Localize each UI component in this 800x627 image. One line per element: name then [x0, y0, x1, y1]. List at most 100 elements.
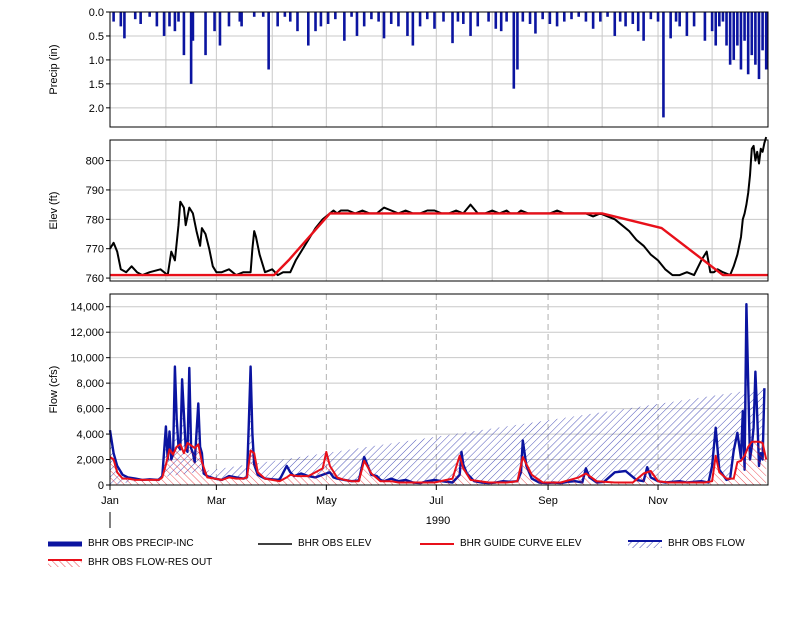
x-tick-label: Nov [648, 495, 668, 507]
precip-bar [389, 12, 393, 24]
precip-bar [764, 12, 768, 70]
flow-panel: 0 2,000 4,000 6,000 8,000 10,000 12,000 14,000 F… [48, 293, 769, 492]
precip-bar [714, 12, 718, 46]
y-axis-label: Flow (cfs) [48, 366, 60, 414]
precip-bar [411, 12, 415, 46]
x-axis-year-label: 1990 [426, 515, 450, 527]
precip-bar [343, 12, 346, 41]
x-tick-label: Sep [538, 495, 558, 507]
precip-bar [761, 12, 764, 51]
precip-bar [456, 12, 460, 22]
precip-bar [240, 12, 243, 27]
precip-bar [591, 12, 595, 29]
precip-bar [534, 12, 537, 34]
precip-bar [433, 12, 436, 29]
precip-bar [355, 12, 359, 36]
precip-bar [283, 12, 287, 17]
precip-bar [326, 12, 330, 24]
precip-bar [703, 12, 707, 41]
precip-bar [743, 12, 746, 41]
obs-flow-area [110, 304, 765, 485]
precip-bar [139, 12, 142, 24]
y-tick-label: 0.5 [89, 31, 104, 43]
precip-bar [162, 12, 166, 36]
precip-bar [451, 12, 454, 44]
panel-frame [109, 11, 769, 128]
precip-bar [725, 12, 728, 46]
legend: BHR OBS PRECIP-INC BHR OBS ELEV BHR GUID… [0, 535, 800, 575]
precip-bar [505, 12, 508, 22]
legend-swatch-obs-elev [258, 543, 292, 545]
precip-bar [462, 12, 465, 24]
precip-bar [425, 12, 429, 20]
legend-label-obs-flow: BHR OBS FLOW [668, 538, 745, 549]
precip-bar [548, 12, 552, 24]
precip-bar [577, 12, 581, 17]
precip-bar [736, 12, 739, 46]
precip-bar [469, 12, 472, 36]
y-tick-label: 800 [86, 156, 104, 168]
y-tick-label: 8,000 [76, 378, 104, 390]
precip-bar [499, 12, 503, 32]
precip-bar [397, 12, 400, 27]
precip-bar [182, 12, 186, 56]
precip-bar [754, 12, 757, 65]
y-tick-label: 4,000 [76, 429, 104, 441]
precip-bar [750, 12, 754, 56]
precip-bar [710, 12, 714, 32]
y-tick-label: 760 [86, 273, 104, 285]
precip-bar [732, 12, 736, 60]
legend-swatch-obs-flow [628, 540, 662, 548]
precip-bar [721, 12, 725, 22]
precip-bar [350, 12, 353, 17]
legend-item-res-out: BHR OBS FLOW-RES OUT [48, 556, 248, 570]
legend-label-guide-curve: BHR GUIDE CURVE ELEV [460, 538, 582, 549]
y-tick-label: 790 [86, 185, 104, 197]
precip-bar [133, 12, 137, 20]
y-axis-label: Elev (ft) [48, 192, 60, 230]
precip-bar [656, 12, 660, 22]
precip-bar [642, 12, 645, 41]
legend-label-precip: BHR OBS PRECIP-INC [88, 538, 194, 549]
legend-item-obs-elev: BHR OBS ELEV [258, 537, 408, 551]
precip-bar [555, 12, 559, 27]
precip-bar [319, 12, 323, 27]
precip-bar [112, 12, 115, 22]
precip-bar [669, 12, 672, 39]
precip-bar [173, 12, 177, 32]
elevation-panel: 760 770 780 790 800 Elev (ft) [48, 136, 769, 285]
legend-label-obs-elev: BHR OBS ELEV [298, 538, 372, 549]
precip-bar [631, 12, 635, 24]
precip-bar [728, 12, 732, 65]
y-tick-label: 2.0 [89, 103, 104, 115]
precip-bar [613, 12, 617, 36]
precip-bar [624, 12, 627, 27]
precip-bar [377, 12, 380, 22]
y-tick-label: 0.0 [89, 7, 104, 19]
precip-bar [562, 12, 566, 22]
precip-bar [674, 12, 678, 22]
precip-bar [685, 12, 689, 36]
y-tick-label: 1.0 [89, 55, 104, 67]
x-tick-label: Jul [429, 495, 443, 507]
precip-bar [288, 12, 292, 22]
precip-bar [276, 12, 279, 27]
legend-swatch-guide-curve [420, 543, 454, 545]
precip-panel: 0.0 0.5 1.0 1.5 2.0 Precip (in) [48, 7, 769, 128]
precip-bar [584, 12, 588, 22]
x-tick-label: Mar [207, 495, 226, 507]
legend-swatch-res-out [48, 559, 82, 567]
precip-bar [406, 12, 409, 36]
precip-bar [370, 12, 373, 20]
legend-label-res-out: BHR OBS FLOW-RES OUT [88, 557, 213, 568]
precip-bar [692, 12, 696, 27]
precip-bar [570, 12, 573, 20]
panel-frame [109, 139, 769, 282]
precip-bar [618, 12, 622, 22]
precip-bar [599, 12, 602, 22]
precip-bar [606, 12, 609, 17]
y-tick-label: 770 [86, 244, 104, 256]
precip-bar [418, 12, 422, 27]
precip-bar [516, 12, 519, 70]
y-tick-label: 10,000 [70, 353, 104, 365]
